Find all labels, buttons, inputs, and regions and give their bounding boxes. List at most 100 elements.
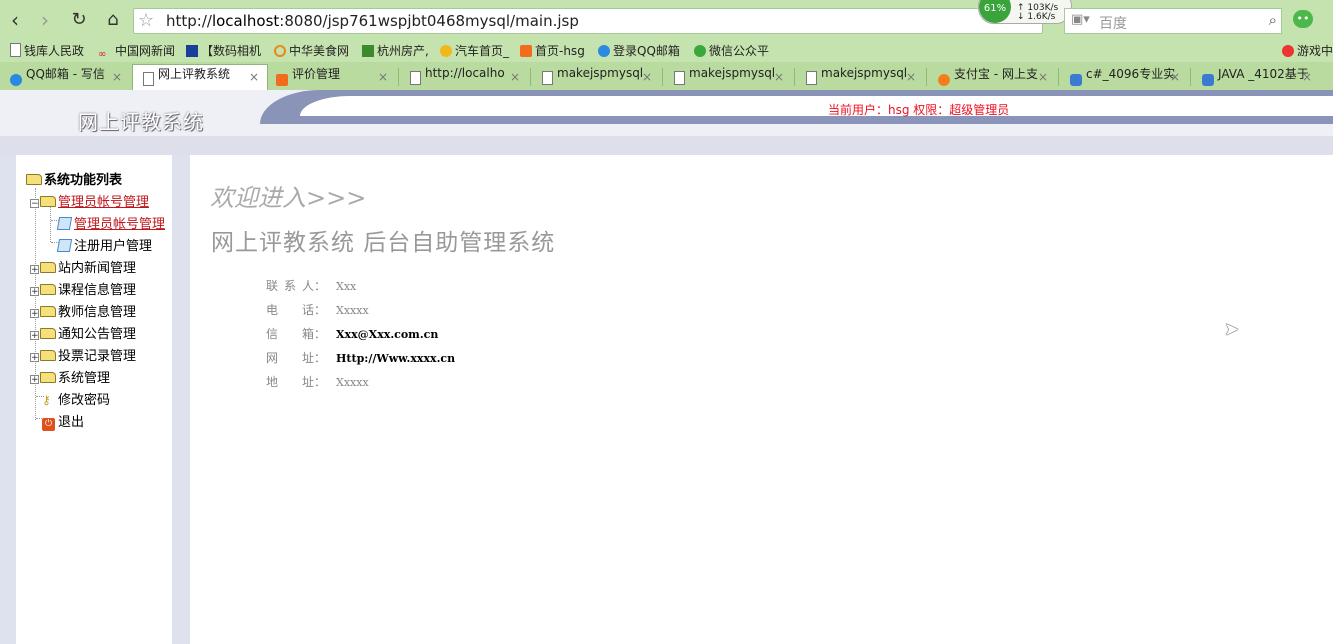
info-label: 地 址 bbox=[266, 375, 314, 389]
bookmark-item[interactable]: 游戏中 bbox=[1282, 42, 1333, 59]
tab-active[interactable]: 网上评教系统 × bbox=[132, 64, 268, 91]
bookmark-item[interactable]: 钱库人民政 bbox=[10, 42, 84, 59]
page-title: 网上评教系统 后台自助管理系统 bbox=[211, 230, 556, 256]
power-icon: ⏻ bbox=[42, 418, 55, 431]
tab-strip: QQ邮箱 - 写信 × 网上评教系统 × 评价管理 × http://localho ×… bbox=[0, 62, 1333, 91]
tab-label: http://localho bbox=[425, 66, 505, 80]
close-icon[interactable]: × bbox=[378, 70, 388, 84]
tab-label: 支付宝 - 网上支 bbox=[954, 67, 1038, 81]
tree-node-label: 投票记录管理 bbox=[58, 349, 137, 364]
tree-node-label: 站内新闻管理 bbox=[58, 261, 137, 276]
search-box[interactable]: ▣▾ 百度 ⌕ bbox=[1064, 8, 1282, 34]
wechat-icon[interactable]: •• bbox=[1293, 10, 1313, 28]
search-engine-icon[interactable]: ▣▾ bbox=[1071, 12, 1090, 27]
food-icon bbox=[274, 45, 286, 57]
tree-node-news[interactable]: + 站内新闻管理 bbox=[30, 257, 136, 276]
tab-qqmail[interactable]: QQ邮箱 - 写信 × bbox=[0, 65, 130, 90]
info-value: Xxxxx bbox=[336, 376, 369, 389]
close-icon[interactable]: × bbox=[112, 70, 122, 84]
tab-item[interactable]: http://localho × bbox=[400, 65, 528, 90]
tree-node-label: 课程信息管理 bbox=[58, 283, 137, 298]
tab-item[interactable]: 评价管理 × bbox=[266, 65, 396, 90]
info-value[interactable]: Xxx@Xxx.com.cn bbox=[336, 328, 438, 341]
close-icon[interactable]: × bbox=[510, 70, 520, 84]
close-icon[interactable]: × bbox=[1170, 70, 1180, 84]
bookmark-item[interactable]: 汽车首页_ bbox=[440, 42, 509, 59]
bookmark-item[interactable]: 中华美食网 bbox=[274, 42, 349, 59]
tree-root[interactable]: 系统功能列表 bbox=[26, 169, 122, 188]
info-address: 地 址： Xxxxx bbox=[266, 373, 369, 390]
bookmark-item[interactable]: 微信公众平 bbox=[694, 42, 769, 59]
tree-node-vote[interactable]: + 投票记录管理 bbox=[30, 345, 136, 364]
close-icon[interactable]: × bbox=[249, 70, 259, 84]
taobao-icon bbox=[520, 45, 532, 57]
bookmark-item[interactable]: 杭州房产, bbox=[362, 42, 429, 59]
tree-node-notice[interactable]: + 通知公告管理 bbox=[30, 323, 136, 342]
tab-item[interactable]: JAVA _4102基于 × bbox=[1192, 65, 1320, 90]
info-label: 信 箱 bbox=[266, 327, 314, 341]
tab-item[interactable]: 支付宝 - 网上支 × bbox=[928, 65, 1056, 90]
tab-label: makejspmysql bbox=[557, 66, 644, 80]
bookmark-star-icon[interactable]: ☆ bbox=[138, 10, 154, 31]
bookmark-label: 汽车首页_ bbox=[455, 44, 510, 58]
expand-icon[interactable]: + bbox=[30, 309, 39, 319]
tree-leaf-logout[interactable]: ⏻ 退出 bbox=[42, 411, 84, 431]
mouse-cursor-icon: ➤ bbox=[1224, 319, 1240, 340]
expand-icon[interactable]: + bbox=[30, 287, 39, 297]
tree-node-teacher[interactable]: + 教师信息管理 bbox=[30, 301, 136, 320]
collapse-icon[interactable]: − bbox=[30, 199, 39, 209]
close-icon[interactable]: × bbox=[1302, 70, 1312, 84]
tab-separator bbox=[530, 68, 531, 86]
tab-label: 网上评教系统 bbox=[158, 67, 231, 81]
sidebar: 系统功能列表 − 管理员帐号管理 管理员帐号管理 注册用户管理 + 站内新闻管理 +… bbox=[16, 155, 172, 644]
address-bar[interactable]: ☆ http://localhost:8080/jsp761wspjbt0468… bbox=[133, 8, 1043, 34]
tab-separator bbox=[926, 68, 927, 86]
close-icon[interactable]: × bbox=[1038, 70, 1048, 84]
welcome-heading: 欢迎进入>>> bbox=[210, 184, 367, 212]
tree-leaf-registered-users[interactable]: 注册用户管理 bbox=[56, 235, 152, 254]
page-header: 网上评教系统 当前用户：hsg 权限：超级管理员 bbox=[0, 90, 1333, 155]
forward-icon[interactable]: › bbox=[34, 8, 56, 32]
url-text[interactable]: http://localhost:8080/jsp761wspjbt0468my… bbox=[166, 12, 579, 30]
alipay-icon bbox=[938, 74, 950, 86]
expand-icon[interactable]: + bbox=[30, 265, 39, 275]
tree-node-system[interactable]: + 系统管理 bbox=[30, 367, 110, 386]
bookmark-item[interactable]: ∞ 中国网新闻 bbox=[98, 42, 175, 61]
info-label: 网 址 bbox=[266, 351, 314, 365]
tree-node-admin-account[interactable]: − 管理员帐号管理 bbox=[30, 191, 149, 210]
close-icon[interactable]: × bbox=[906, 70, 916, 84]
back-icon[interactable]: ‹ bbox=[4, 8, 26, 32]
bookmark-item[interactable]: 【数码相机 bbox=[186, 42, 261, 59]
tree-leaf-change-password[interactable]: ⚷ 修改密码 bbox=[42, 389, 110, 408]
tab-label: makejspmysql bbox=[689, 66, 776, 80]
close-icon[interactable]: × bbox=[642, 70, 652, 84]
expand-icon[interactable]: + bbox=[30, 353, 39, 363]
page-icon bbox=[410, 71, 421, 85]
info-value[interactable]: Http://Www.xxxx.cn bbox=[336, 352, 455, 365]
expand-icon[interactable]: + bbox=[30, 375, 39, 385]
tree-node-course[interactable]: + 课程信息管理 bbox=[30, 279, 136, 298]
bookmark-item[interactable]: 登录QQ邮箱 bbox=[598, 42, 680, 59]
tree-leaf-label: 管理员帐号管理 bbox=[74, 217, 166, 232]
site-icon bbox=[1202, 74, 1214, 86]
expand-icon[interactable]: + bbox=[30, 331, 39, 341]
tree-leaf-admin-account[interactable]: 管理员帐号管理 bbox=[56, 213, 166, 232]
qqmail-icon bbox=[598, 45, 610, 57]
tab-item[interactable]: makejspmysql × bbox=[664, 65, 792, 90]
search-icon[interactable]: ⌕ bbox=[1269, 11, 1277, 29]
tab-item[interactable]: makejspmysql × bbox=[796, 65, 924, 90]
tab-separator bbox=[662, 68, 663, 86]
tab-label: c#_4096专业实 bbox=[1086, 67, 1176, 81]
bookmark-label: 游戏中 bbox=[1297, 44, 1333, 58]
tab-separator bbox=[794, 68, 795, 86]
folder-open-icon bbox=[26, 174, 42, 185]
tab-item[interactable]: makejspmysql × bbox=[532, 65, 660, 90]
page-icon bbox=[10, 43, 21, 57]
header-wave-inner bbox=[300, 96, 1333, 116]
tree-node-label: 教师信息管理 bbox=[58, 305, 137, 320]
bookmark-item[interactable]: 首页-hsg bbox=[520, 42, 585, 59]
close-icon[interactable]: × bbox=[774, 70, 784, 84]
home-icon[interactable]: ⌂ bbox=[102, 8, 124, 32]
reload-icon[interactable]: ↻ bbox=[68, 8, 90, 32]
tab-item[interactable]: c#_4096专业实 × bbox=[1060, 65, 1188, 90]
